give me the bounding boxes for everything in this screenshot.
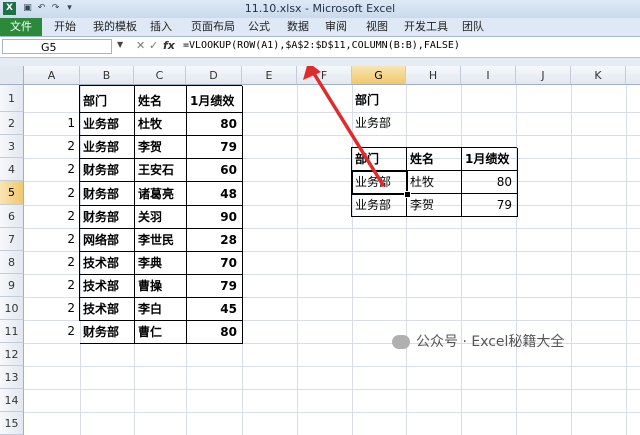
annotation-arrow-svg [303, 66, 385, 187]
annotation-arrow-line [311, 70, 385, 187]
watermark-text: 公众号 · Excel秘籍大全 [416, 334, 565, 350]
formula-bar: G5 ▼ ✕ ✓ fx =VLOOKUP(ROW(A1),$A$2:$D$11,… [0, 37, 640, 58]
tab-team[interactable]: 团队 [462, 18, 484, 36]
tab-view[interactable]: 视图 [366, 18, 388, 36]
enter-icon[interactable]: ✓ [149, 39, 158, 52]
tab-page-layout[interactable]: 页面布局 [191, 18, 235, 36]
spreadsheet-grid[interactable]: A B C D E F G H I J K 1 2 3 4 5 6 7 8 9 … [0, 66, 640, 435]
tab-developer[interactable]: 开发工具 [404, 18, 448, 36]
tab-insert[interactable]: 插入 [150, 18, 172, 36]
tab-home[interactable]: 开始 [54, 18, 76, 36]
tab-review[interactable]: 审阅 [325, 18, 347, 36]
title-bar: X ▣ ↶ ↷ ▾ 11.10.xlsx - Microsoft Excel [0, 0, 640, 19]
name-box[interactable]: G5 [2, 39, 112, 54]
formula-input[interactable]: =VLOOKUP(ROW(A1),$A$2:$D$11,COLUMN(B:B),… [183, 40, 460, 51]
watermark: 公众号 · Excel秘籍大全 [392, 331, 564, 351]
insert-function-button[interactable]: fx [163, 39, 175, 52]
ribbon-tabs: 文件 开始 我的模板 插入 页面布局 公式 数据 审阅 视图 开发工具 团队 [0, 18, 640, 37]
tab-formulas[interactable]: 公式 [248, 18, 270, 36]
tab-file[interactable]: 文件 [0, 18, 42, 36]
tab-data[interactable]: 数据 [287, 18, 309, 36]
window-title: 11.10.xlsx - Microsoft Excel [244, 2, 396, 15]
chevron-down-icon[interactable]: ▼ [117, 40, 123, 49]
cancel-icon[interactable]: ✕ [136, 39, 145, 52]
ribbon-divider [0, 58, 640, 66]
tab-my-templates[interactable]: 我的模板 [93, 18, 137, 36]
wechat-icon [392, 335, 410, 349]
